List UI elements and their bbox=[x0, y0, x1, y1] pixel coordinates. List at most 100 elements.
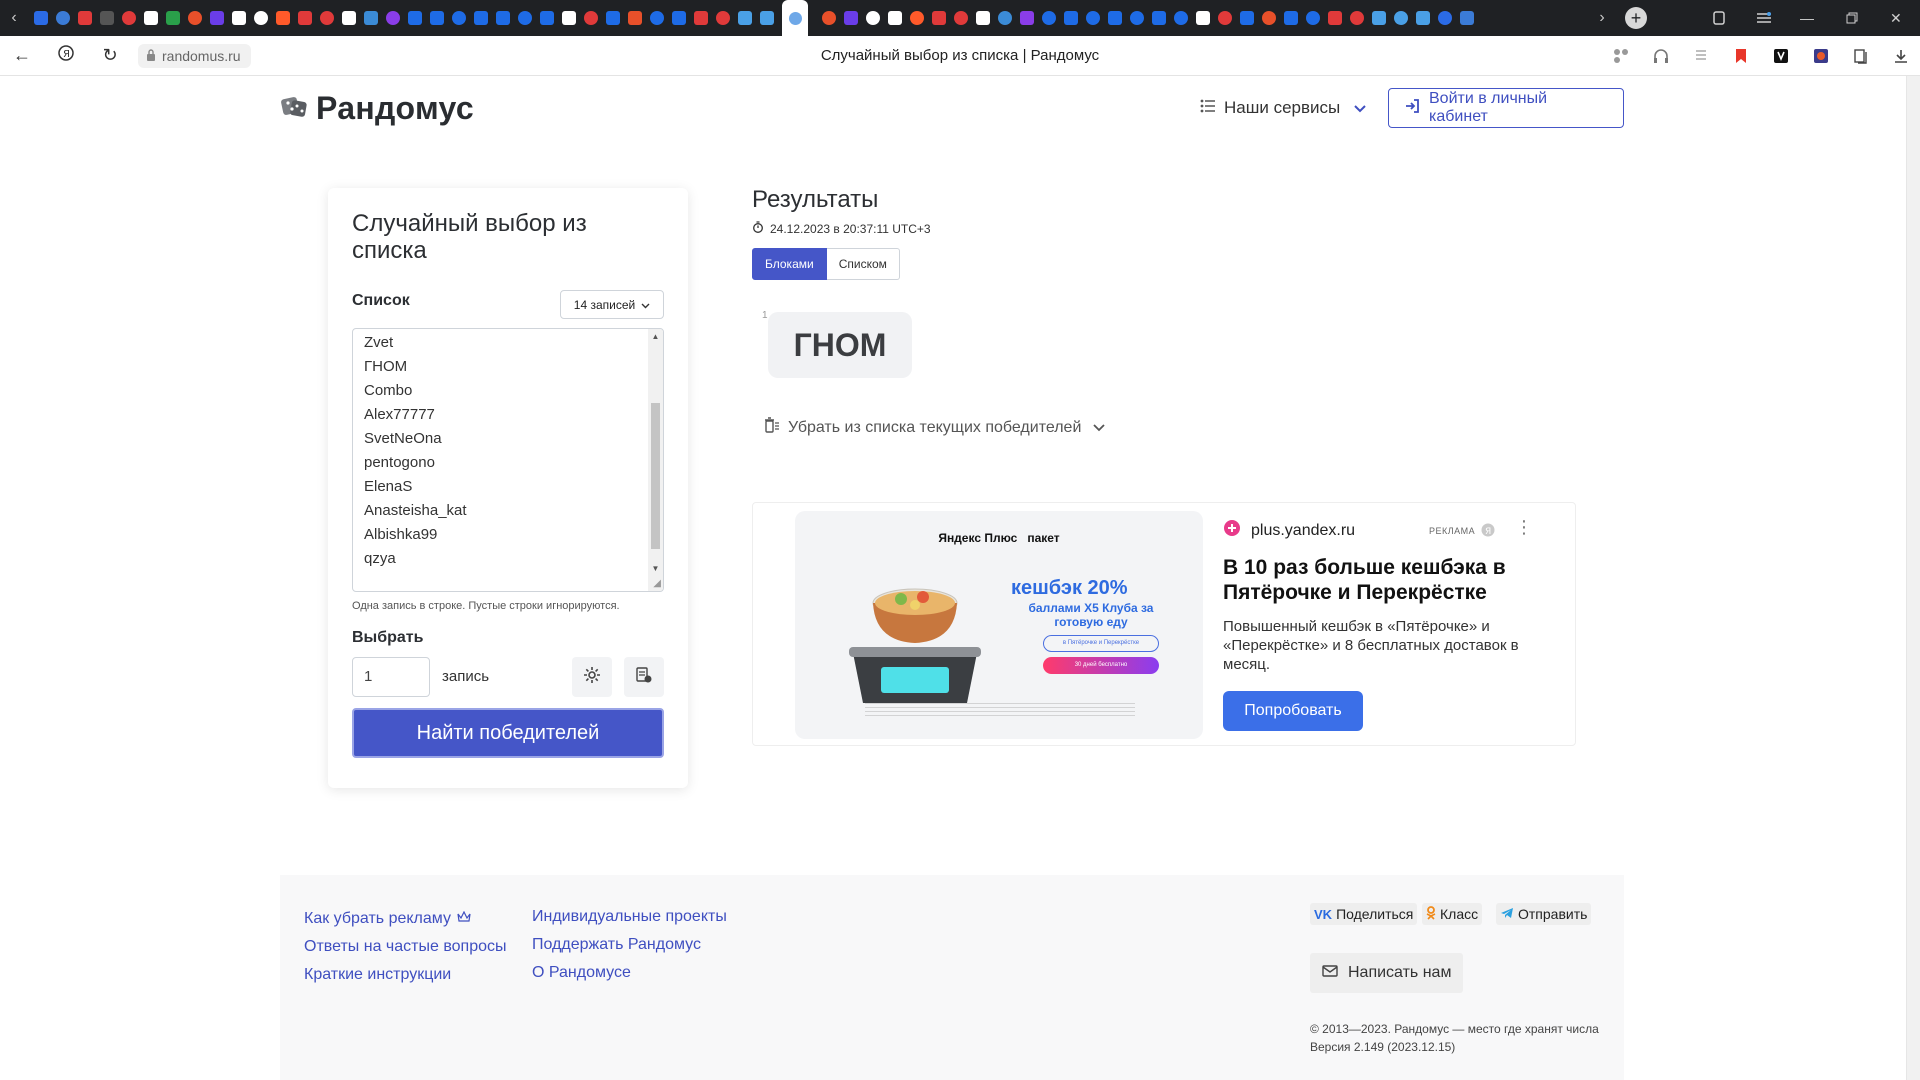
write-us-button[interactable]: Написать нам bbox=[1310, 953, 1464, 993]
share-vk-button[interactable]: VK Поделиться bbox=[1310, 903, 1418, 925]
tab-favicon-icon[interactable] bbox=[1284, 11, 1298, 25]
tab-favicon-icon[interactable] bbox=[1042, 11, 1056, 25]
extension-color-icon[interactable] bbox=[1812, 47, 1830, 65]
tab-favicon-icon[interactable] bbox=[1064, 11, 1078, 25]
tab-favicon-icon[interactable] bbox=[298, 11, 312, 25]
tab-active-randomus[interactable] bbox=[782, 0, 808, 36]
tab-favicon-icon[interactable] bbox=[100, 11, 114, 25]
pick-count-input[interactable]: 1 bbox=[352, 657, 430, 697]
list-textarea[interactable]: Zvet ГНОМ Combo Alex77777 SvetNeOna pent… bbox=[352, 328, 664, 592]
tab-favicon-icon[interactable] bbox=[822, 11, 836, 25]
tab-favicon-icon[interactable] bbox=[1372, 11, 1386, 25]
scroll-down-icon[interactable]: ▼ bbox=[648, 564, 663, 573]
tab-favicon-icon[interactable] bbox=[452, 11, 466, 25]
tab-favicon-icon[interactable] bbox=[386, 11, 400, 25]
tab-favicon-icon[interactable] bbox=[628, 11, 642, 25]
tab-favicon-icon[interactable] bbox=[276, 11, 290, 25]
tab-favicon-icon[interactable] bbox=[342, 11, 356, 25]
tab-favicon-icon[interactable] bbox=[1394, 11, 1408, 25]
menu-icon[interactable] bbox=[1756, 0, 1772, 36]
tab-favicon-icon[interactable] bbox=[34, 11, 48, 25]
tab-favicon-icon[interactable] bbox=[430, 11, 444, 25]
tab-favicon-icon[interactable] bbox=[166, 11, 180, 25]
yandex-home-icon[interactable]: Я bbox=[44, 45, 88, 66]
tab-favicon-icon[interactable] bbox=[1416, 11, 1430, 25]
close-window-icon[interactable]: ✕ bbox=[1890, 0, 1902, 36]
footer-link-projects[interactable]: Индивидуальные проекты bbox=[532, 903, 727, 931]
tab-favicon-icon[interactable] bbox=[1218, 11, 1232, 25]
tab-favicon-icon[interactable] bbox=[1262, 11, 1276, 25]
footer-link-instructions[interactable]: Краткие инструкции bbox=[304, 961, 507, 989]
tab-search-icon[interactable] bbox=[1712, 0, 1726, 36]
download-icon[interactable] bbox=[1892, 47, 1910, 65]
tab-favicon-icon[interactable] bbox=[672, 11, 686, 25]
ad-domain[interactable]: plus.yandex.ru bbox=[1223, 519, 1355, 542]
tab-favicon-icon[interactable] bbox=[1108, 11, 1122, 25]
advertisement[interactable]: Яндекс Плюс пакет кешбэк 20% баллами X5 … bbox=[752, 502, 1576, 746]
collections-icon[interactable] bbox=[1852, 47, 1870, 65]
tab-favicon-icon[interactable] bbox=[56, 11, 70, 25]
tab-favicon-icon[interactable] bbox=[496, 11, 510, 25]
tab-favicon-icon[interactable] bbox=[188, 11, 202, 25]
tab-favicon-icon[interactable] bbox=[716, 11, 730, 25]
more-vertical-icon[interactable]: ⋮ bbox=[1515, 517, 1533, 538]
footer-link-remove-ads[interactable]: Как убрать рекламу bbox=[304, 905, 451, 933]
tab-favicon-icon[interactable] bbox=[1020, 11, 1034, 25]
login-button[interactable]: Войти в личный кабинет bbox=[1388, 88, 1624, 128]
url-field[interactable]: randomus.ru bbox=[138, 43, 251, 68]
tab-favicon-icon[interactable] bbox=[254, 11, 268, 25]
tab-favicon-icon[interactable] bbox=[844, 11, 858, 25]
tab-favicon-icon[interactable] bbox=[320, 11, 334, 25]
tab-favicon-icon[interactable] bbox=[232, 11, 246, 25]
tab-favicon-icon[interactable] bbox=[364, 11, 378, 25]
view-list-button[interactable]: Списком bbox=[826, 248, 900, 280]
tab-favicon-icon[interactable] bbox=[1086, 11, 1100, 25]
tab-favicon-icon[interactable] bbox=[408, 11, 422, 25]
tab-favicon-icon[interactable] bbox=[78, 11, 92, 25]
share-ok-button[interactable]: Класс bbox=[1422, 903, 1483, 925]
reload-icon[interactable]: ↻ bbox=[88, 45, 132, 66]
tab-favicon-icon[interactable] bbox=[606, 11, 620, 25]
tab-favicon-icon[interactable] bbox=[1328, 11, 1342, 25]
tab-scroll-right-icon[interactable]: › bbox=[1592, 9, 1612, 27]
tab-favicon-icon[interactable] bbox=[562, 11, 576, 25]
tab-favicon-icon[interactable] bbox=[932, 11, 946, 25]
tab-favicon-icon[interactable] bbox=[1174, 11, 1188, 25]
list-settings-button[interactable] bbox=[624, 657, 664, 697]
tab-favicon-icon[interactable] bbox=[954, 11, 968, 25]
tab-favicon-icon[interactable] bbox=[650, 11, 664, 25]
tab-favicon-icon[interactable] bbox=[1240, 11, 1254, 25]
textarea-scrollbar[interactable]: ▲ ▼ bbox=[648, 329, 663, 591]
view-blocks-button[interactable]: Блоками bbox=[752, 248, 827, 280]
footer-link-support[interactable]: Поддержать Рандомус bbox=[532, 931, 727, 959]
ad-cta-button[interactable]: Попробовать bbox=[1223, 691, 1363, 731]
translate-icon[interactable] bbox=[1612, 47, 1630, 65]
extension-icon[interactable] bbox=[1772, 47, 1790, 65]
entries-count-dropdown[interactable]: 14 записей bbox=[560, 290, 664, 319]
services-menu[interactable]: Наши сервисы bbox=[1200, 98, 1366, 118]
remove-winners-button[interactable]: Убрать из списка текущих победителей bbox=[762, 416, 1106, 439]
tab-favicon-icon[interactable] bbox=[866, 11, 880, 25]
resize-handle-icon[interactable]: ◢ bbox=[653, 578, 661, 589]
back-icon[interactable]: ← bbox=[0, 45, 44, 66]
tab-scroll-left-icon[interactable]: ‹ bbox=[4, 9, 24, 27]
headphones-icon[interactable] bbox=[1652, 47, 1670, 65]
logo[interactable]: Рандомус bbox=[280, 90, 474, 127]
scroll-up-icon[interactable]: ▲ bbox=[648, 332, 663, 341]
tab-favicon-icon[interactable] bbox=[760, 11, 774, 25]
tab-favicon-icon[interactable] bbox=[738, 11, 752, 25]
tab-favicon-icon[interactable] bbox=[1306, 11, 1320, 25]
tab-favicon-icon[interactable] bbox=[210, 11, 224, 25]
tab-favicon-icon[interactable] bbox=[998, 11, 1012, 25]
tab-favicon-icon[interactable] bbox=[888, 11, 902, 25]
tab-favicon-icon[interactable] bbox=[1438, 11, 1452, 25]
tab-favicon-icon[interactable] bbox=[1196, 11, 1210, 25]
ad-title[interactable]: В 10 раз больше кешбэка в Пятёрочке и Пе… bbox=[1223, 555, 1543, 605]
reader-icon[interactable] bbox=[1692, 47, 1710, 65]
tab-favicon-icon[interactable] bbox=[144, 11, 158, 25]
tab-favicon-icon[interactable] bbox=[910, 11, 924, 25]
tab-favicon-icon[interactable] bbox=[1460, 11, 1474, 25]
tab-favicon-icon[interactable] bbox=[122, 11, 136, 25]
tab-favicon-icon[interactable] bbox=[518, 11, 532, 25]
tab-favicon-icon[interactable] bbox=[1130, 11, 1144, 25]
